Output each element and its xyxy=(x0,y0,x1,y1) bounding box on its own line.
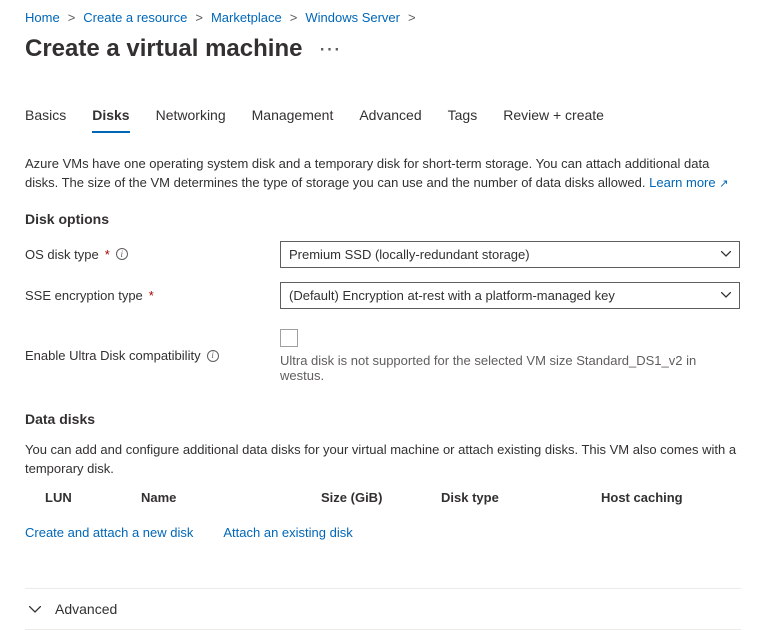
breadcrumb-link[interactable]: Create a resource xyxy=(83,10,187,25)
disk-options-heading: Disk options xyxy=(25,211,741,227)
breadcrumb-link[interactable]: Windows Server xyxy=(305,10,400,25)
tab-tags[interactable]: Tags xyxy=(448,107,478,133)
chevron-down-icon xyxy=(29,606,41,613)
chevron-down-icon xyxy=(721,251,731,257)
required-asterisk: * xyxy=(149,288,154,303)
breadcrumb-link[interactable]: Marketplace xyxy=(211,10,282,25)
intro-text: Azure VMs have one operating system disk… xyxy=(25,155,741,193)
os-disk-type-field: OS disk type * i Premium SSD (locally-re… xyxy=(25,241,741,268)
tab-advanced[interactable]: Advanced xyxy=(359,107,421,133)
external-link-icon: ↗ xyxy=(719,178,728,190)
advanced-toggle[interactable]: Advanced xyxy=(25,588,741,630)
os-disk-type-label: OS disk type xyxy=(25,247,99,262)
data-disks-desc: You can add and configure additional dat… xyxy=(25,441,741,479)
tab-management[interactable]: Management xyxy=(252,107,334,133)
chevron-right-icon: > xyxy=(195,10,203,25)
info-icon[interactable]: i xyxy=(207,350,219,362)
ultra-disk-label: Enable Ultra Disk compatibility xyxy=(25,348,201,363)
tab-basics[interactable]: Basics xyxy=(25,107,66,133)
required-asterisk: * xyxy=(105,247,110,262)
col-name: Name xyxy=(141,490,321,505)
more-icon[interactable]: ⋯ xyxy=(318,38,341,60)
page-title: Create a virtual machine ⋯ xyxy=(25,35,341,63)
tab-review-create[interactable]: Review + create xyxy=(503,107,604,133)
advanced-label: Advanced xyxy=(55,601,117,617)
chevron-right-icon: > xyxy=(408,10,416,25)
attach-existing-disk-link[interactable]: Attach an existing disk xyxy=(223,525,352,540)
ultra-disk-hint: Ultra disk is not supported for the sele… xyxy=(280,353,740,383)
learn-more-link[interactable]: Learn more ↗ xyxy=(649,175,728,190)
chevron-right-icon: > xyxy=(68,10,76,25)
tabs: Basics Disks Networking Management Advan… xyxy=(25,107,741,133)
data-disks-actions: Create and attach a new disk Attach an e… xyxy=(25,525,741,540)
ultra-disk-checkbox[interactable] xyxy=(280,329,298,347)
ultra-disk-field: Enable Ultra Disk compatibility i Ultra … xyxy=(25,329,741,383)
sse-encryption-select[interactable]: (Default) Encryption at-rest with a plat… xyxy=(280,282,740,309)
sse-encryption-field: SSE encryption type * (Default) Encrypti… xyxy=(25,282,741,309)
col-host-caching: Host caching xyxy=(601,490,741,505)
col-lun: LUN xyxy=(45,490,141,505)
data-disks-heading: Data disks xyxy=(25,411,741,427)
breadcrumb: Home > Create a resource > Marketplace >… xyxy=(25,10,741,25)
sse-encryption-label: SSE encryption type xyxy=(25,288,143,303)
chevron-down-icon xyxy=(721,292,731,298)
col-disk-type: Disk type xyxy=(441,490,601,505)
tab-networking[interactable]: Networking xyxy=(156,107,226,133)
chevron-right-icon: > xyxy=(290,10,298,25)
tab-disks[interactable]: Disks xyxy=(92,107,129,133)
info-icon[interactable]: i xyxy=(116,248,128,260)
create-attach-disk-link[interactable]: Create and attach a new disk xyxy=(25,525,193,540)
os-disk-type-select[interactable]: Premium SSD (locally-redundant storage) xyxy=(280,241,740,268)
col-size: Size (GiB) xyxy=(321,490,441,505)
data-disks-table-header: LUN Name Size (GiB) Disk type Host cachi… xyxy=(25,482,741,513)
breadcrumb-link[interactable]: Home xyxy=(25,10,60,25)
